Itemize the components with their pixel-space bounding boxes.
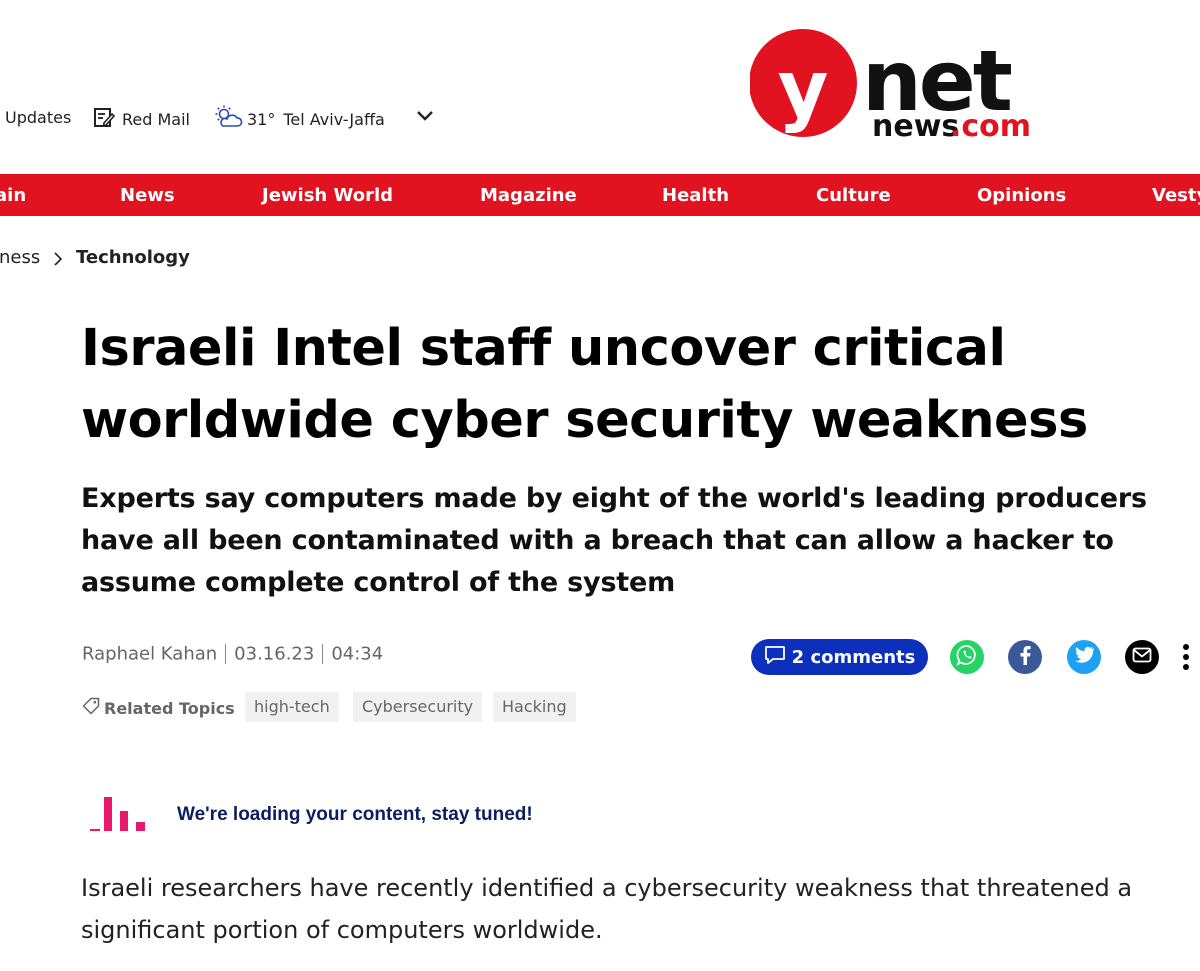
weather-temperature: 31° <box>247 109 276 129</box>
article-title-line-2: worldwide cyber security weakness <box>81 391 1088 450</box>
logo-news: news <box>872 109 959 142</box>
nav-item-news[interactable]: News <box>120 174 175 216</box>
nav-item-health[interactable]: Health <box>662 174 729 216</box>
breadcrumb-parent[interactable]: ness <box>0 247 40 268</box>
svg-text:y: y <box>778 45 829 135</box>
red-mail-label: Red Mail <box>122 109 190 129</box>
author-name[interactable]: Raphael Kahan <box>82 644 217 665</box>
whatsapp-share-button[interactable] <box>950 640 984 674</box>
twitter-share-button[interactable] <box>1067 640 1101 674</box>
related-topics-heading: Related Topics <box>82 697 235 719</box>
edit-note-icon <box>93 106 116 132</box>
chevron-right-icon <box>52 251 64 272</box>
twitter-icon <box>1074 646 1095 668</box>
topic-tag[interactable]: high-tech <box>245 692 339 722</box>
article-body-paragraph: Israeli researchers have recently identi… <box>81 874 1133 944</box>
updates-link[interactable]: Updates <box>5 108 71 127</box>
publish-date: 03.16.23 <box>234 643 315 665</box>
chevron-down-icon[interactable] <box>414 104 436 130</box>
weather-sun-cloud-icon <box>213 105 243 133</box>
loading-bars-icon <box>90 794 150 838</box>
related-topics-label: Related Topics <box>104 698 235 718</box>
facebook-share-button[interactable] <box>1008 640 1042 674</box>
nav-item-opinions[interactable]: Opinions <box>977 174 1066 216</box>
article-title: Israeli Intel staff uncover critical wor… <box>81 313 1181 457</box>
article-subtitle: Experts say computers made by eight of t… <box>81 483 1147 598</box>
whatsapp-icon <box>956 644 978 670</box>
article-title-line-1: Israeli Intel staff uncover critical <box>81 319 1006 378</box>
nav-item-partial-left[interactable]: ain <box>0 174 26 216</box>
main-nav: ain News Jewish World Magazine Health Cu… <box>0 174 1200 216</box>
loading-message: We're loading your content, stay tuned! <box>177 804 533 825</box>
tag-icon <box>82 697 100 719</box>
nav-item-magazine[interactable]: Magazine <box>480 174 577 216</box>
topic-tag[interactable]: Hacking <box>493 692 576 722</box>
updates-label: Updates <box>5 108 72 127</box>
topic-tag[interactable]: Cybersecurity <box>353 692 483 722</box>
comments-button[interactable]: 2 comments <box>751 639 928 675</box>
breadcrumb-current[interactable]: Technology <box>76 247 190 268</box>
nav-item-jewish-world[interactable]: Jewish World <box>262 174 393 216</box>
ynet-logo[interactable]: y net news .com <box>749 24 1031 144</box>
weather-widget[interactable]: 31° Tel Aviv-Jaffa <box>213 105 385 133</box>
weather-city: Tel Aviv-Jaffa <box>283 109 385 129</box>
comments-label: 2 comments <box>791 646 916 668</box>
more-vertical-icon[interactable] <box>1177 639 1195 675</box>
nav-item-culture[interactable]: Culture <box>816 174 891 216</box>
mail-icon <box>1132 647 1152 667</box>
byline-divider <box>322 644 324 664</box>
red-mail-link[interactable]: Red Mail <box>93 106 190 132</box>
comment-icon <box>764 645 786 670</box>
facebook-icon <box>1017 645 1033 669</box>
nav-item-vesty[interactable]: Vesty <box>1152 174 1200 216</box>
publish-time: 04:34 <box>331 643 384 665</box>
byline: Raphael Kahan 03.16.23 04:34 <box>82 643 383 665</box>
byline-divider <box>225 644 227 664</box>
email-share-button[interactable] <box>1125 640 1159 674</box>
logo-dotcom: .com <box>950 109 1030 142</box>
